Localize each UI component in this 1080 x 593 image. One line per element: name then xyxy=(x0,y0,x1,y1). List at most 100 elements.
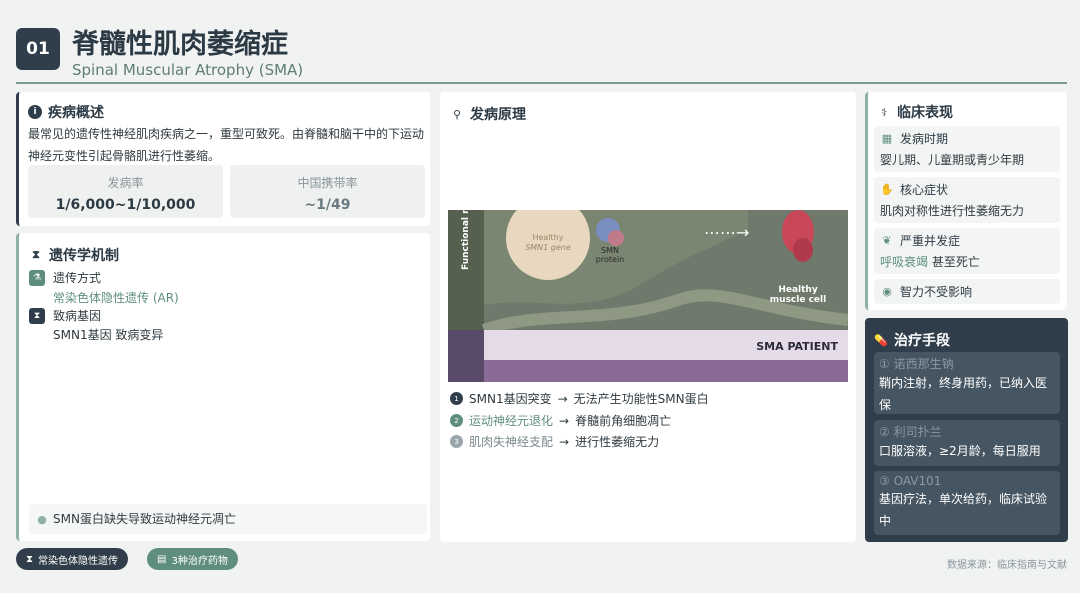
gene-label: 致病基因 xyxy=(53,309,102,323)
mechanism-title: 发病原理 xyxy=(470,107,526,123)
mechanism-step-2: 2 运动神经元退化 → 脊髓前角细胞凋亡 xyxy=(450,412,671,429)
gene-value: SMN1基因 致病变异 xyxy=(53,328,164,342)
treatment-name: 利司扑兰 xyxy=(893,425,942,439)
tag-drugs-text: 3种治疗药物 xyxy=(171,555,228,567)
illus-muscle-label-2: muscle cell xyxy=(770,295,826,305)
onset-label: 发病时期 xyxy=(900,132,949,146)
mechanism-heading: ⚲ 发病原理 xyxy=(450,104,526,124)
tag-inheritance: ⧗ 常染色体隐性遗传 xyxy=(16,548,129,570)
illus-muscle-label-1: Healthy xyxy=(778,285,818,295)
hourglass-icon: ⧗ xyxy=(26,553,34,565)
illus-gene-label-1: Healthy xyxy=(532,233,563,242)
illus-protein-label-2: protein xyxy=(596,255,624,264)
overview-text: 最常见的遗传性神经肌肉疾病之一，重型可致死。由脊髓和脑干中的下运动神经元变性引起… xyxy=(28,127,425,163)
treatment-card: 💊 治疗手段 ① 诺西那生钠 鞘内注射，终身用药，已纳入医保 ② 利司扑兰 口服… xyxy=(865,318,1068,542)
treatment-num: ③ xyxy=(879,474,890,488)
flask-icon: ⚗ xyxy=(29,270,45,286)
treatment-num: ① xyxy=(879,357,890,371)
hand-icon: ✋ xyxy=(880,183,894,196)
inheritance-value: 常染色体隐性遗传 (AR) xyxy=(53,291,179,305)
complication-rest: 甚至死亡 xyxy=(931,255,980,269)
genetics-footer-text: SMN蛋白缺失导致运动神经元凋亡 xyxy=(53,512,236,526)
step-lead: SMN1基因突变 xyxy=(469,392,552,406)
step-number-icon: 1 xyxy=(450,392,463,405)
stethoscope-icon: ⚕ xyxy=(881,105,887,119)
treatment-name: OAV101 xyxy=(893,474,942,488)
clinical-title: 临床表现 xyxy=(897,105,953,121)
treatment-name: 诺西那生钠 xyxy=(893,357,954,371)
step-lead: 肌肉失神经支配 xyxy=(469,435,554,449)
lightbulb-icon: ● xyxy=(37,512,47,526)
genetics-title: 遗传学机制 xyxy=(49,248,119,264)
treatment-heading: 💊 治疗手段 xyxy=(874,330,950,350)
treatment-desc: 鞘内注射，终身用药，已纳入医保 xyxy=(879,376,1048,412)
section-number-badge: 01 xyxy=(16,28,60,70)
mechanism-illustration: ⋯⋯→ Functional m Healthy SMN1 gene SMN p… xyxy=(448,210,848,382)
page-subtitle: Spinal Muscular Atrophy (SMA) xyxy=(72,61,304,79)
clinical-core: ✋ 核心症状 肌肉对称性进行性萎缩无力 xyxy=(874,177,1060,223)
step-result: 脊髓前角细胞凋亡 xyxy=(575,414,672,428)
tag-drugs: ▤ 3种治疗药物 xyxy=(147,548,238,570)
treatment-item: ③ OAV101 基因疗法，单次给药，临床试验中 xyxy=(874,471,1060,535)
step-arrow: → xyxy=(557,391,568,406)
stat-label: 发病率 xyxy=(107,176,144,190)
inheritance-row: ⚗ 遗传方式 常染色体隐性遗传 (AR) xyxy=(29,270,179,306)
illus-patient-label: SMA PATIENT xyxy=(756,340,838,353)
lungs-icon: ❦ xyxy=(882,234,892,247)
core-value: 肌肉对称性进行性萎缩无力 xyxy=(880,204,1025,218)
overview-heading: i 疾病概述 xyxy=(28,102,104,122)
complication-highlight: 呼吸衰竭 xyxy=(880,255,929,269)
hourglass-icon: ⧗ xyxy=(29,308,45,324)
complication-label: 严重并发症 xyxy=(900,234,961,248)
illus-protein-label-1: SMN xyxy=(601,246,619,255)
step-arrow: → xyxy=(559,434,570,449)
genetics-card: ⧗ 遗传学机制 ⚗ 遗传方式 常染色体隐性遗传 (AR) ⧗ 致病基因 SMN1… xyxy=(16,233,430,541)
mechanism-step-1: 1 SMN1基因突变 → 无法产生功能性SMN蛋白 xyxy=(450,390,709,407)
hourglass-icon: ⧗ xyxy=(32,248,40,261)
treatment-item: ② 利司扑兰 口服溶液，≥2月龄，每日服用 xyxy=(874,420,1060,466)
calendar-icon: ▦ xyxy=(881,132,893,145)
pill-icon: 💊 xyxy=(874,333,888,347)
stat-value: 1/6,000~1/10,000 xyxy=(55,197,196,213)
step-arrow: → xyxy=(559,413,570,428)
stat-label: 中国携带率 xyxy=(297,176,358,190)
genetics-footer: ● SMN蛋白缺失导致运动神经元凋亡 xyxy=(29,504,427,534)
clinical-intellect: ◉ 智力不受影响 xyxy=(874,279,1060,304)
stat-value: ~1/49 xyxy=(304,197,351,213)
microscope-icon: ⚲ xyxy=(452,107,462,121)
clinical-onset: ▦ 发病时期 婴儿期、儿童期或青少年期 xyxy=(874,126,1060,172)
intellect-text: 智力不受影响 xyxy=(900,285,973,299)
step-result: 无法产生功能性SMN蛋白 xyxy=(573,392,709,406)
progress-arrow: ⋯⋯→ xyxy=(704,223,749,242)
illus-axis-text: Functional m xyxy=(461,210,471,270)
tag-inheritance-text: 常染色体隐性遗传 xyxy=(38,555,119,567)
clinical-complication: ❦ 严重并发症 呼吸衰竭 甚至死亡 xyxy=(874,228,1060,274)
header-divider xyxy=(16,82,1067,84)
step-lead: 运动神经元退化 xyxy=(469,414,554,428)
mechanism-step-3: 3 肌肉失神经支配 → 进行性萎缩无力 xyxy=(450,433,659,450)
treatment-desc: 基因疗法，单次给药，临床试验中 xyxy=(879,492,1048,528)
onset-value: 婴儿期、儿童期或青少年期 xyxy=(880,153,1025,167)
sma-diagram: ⋯⋯→ Functional m Healthy SMN1 gene SMN p… xyxy=(448,210,848,382)
illus-gene-label-2: SMN1 gene xyxy=(525,243,571,252)
treatment-desc: 口服溶液，≥2月龄，每日服用 xyxy=(879,444,1041,458)
genetics-heading: ⧗ 遗传学机制 xyxy=(29,245,119,265)
overview-title: 疾病概述 xyxy=(48,105,104,121)
info-icon: i xyxy=(28,105,42,119)
gene-row: ⧗ 致病基因 SMN1基因 致病变异 xyxy=(29,308,163,343)
inheritance-label: 遗传方式 xyxy=(53,271,102,285)
complication-value: 呼吸衰竭 甚至死亡 xyxy=(880,253,1054,270)
medicine-icon: ▤ xyxy=(157,553,167,565)
stat-carrier-rate: 中国携带率 ~1/49 xyxy=(230,165,425,218)
clinical-heading: ⚕ 临床表现 xyxy=(877,102,953,122)
stat-incidence: 发病率 1/6,000~1/10,000 xyxy=(28,165,223,218)
overview-card: i 疾病概述 最常见的遗传性神经肌肉疾病之一，重型可致死。由脊髓和脑干中的下运动… xyxy=(16,92,430,226)
step-number-icon: 3 xyxy=(450,435,463,448)
brain-icon: ◉ xyxy=(882,285,892,298)
step-result: 进行性萎缩无力 xyxy=(575,435,660,449)
step-number-icon: 2 xyxy=(450,414,463,427)
treatment-title: 治疗手段 xyxy=(894,333,950,349)
core-label: 核心症状 xyxy=(900,183,949,197)
treatment-item: ① 诺西那生钠 鞘内注射，终身用药，已纳入医保 xyxy=(874,352,1060,414)
page-header: 01 脊髓性肌肉萎缩症 Spinal Muscular Atrophy (SMA… xyxy=(16,18,1066,84)
